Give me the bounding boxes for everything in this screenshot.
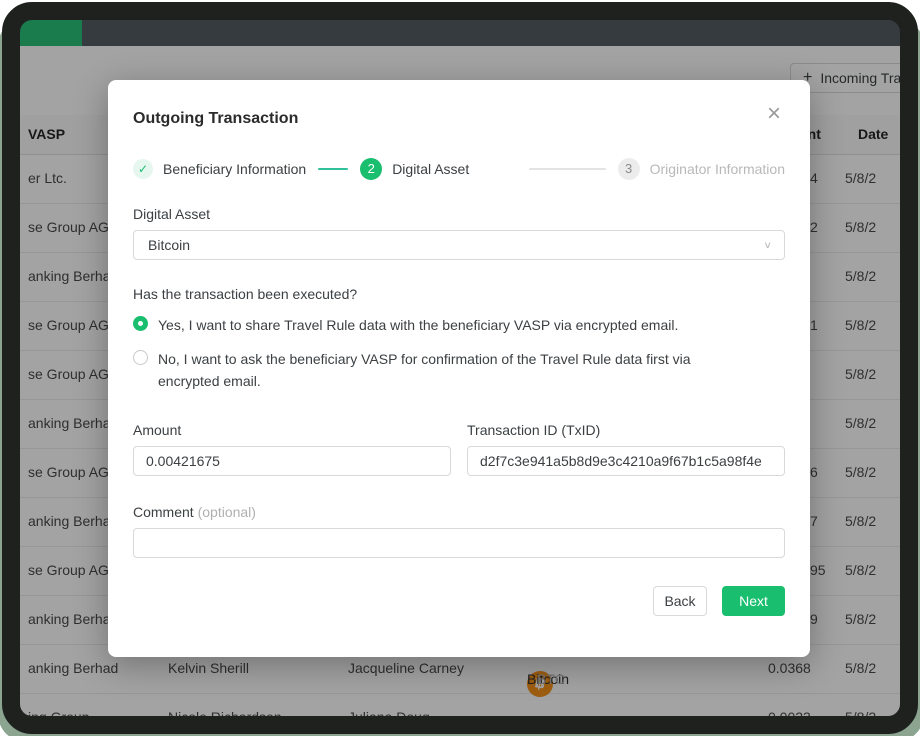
step-connector-done bbox=[318, 168, 348, 170]
comment-label-text: Comment bbox=[133, 504, 194, 520]
executed-question-label: Has the transaction been executed? bbox=[133, 286, 785, 302]
step-label: Digital Asset bbox=[392, 161, 469, 177]
step-originator-information[interactable]: 3 Originator Information bbox=[618, 158, 785, 180]
stepper: ✓ Beneficiary Information 2 Digital Asse… bbox=[133, 158, 785, 180]
radio-option-no[interactable]: No, I want to ask the beneficiary VASP f… bbox=[133, 348, 785, 392]
txid-label: Transaction ID (TxID) bbox=[467, 422, 785, 438]
digital-asset-selected-value: Bitcoin bbox=[148, 237, 190, 253]
radio-unselected-icon[interactable] bbox=[133, 350, 148, 365]
outgoing-transaction-modal: Outgoing Transaction × ✓ Beneficiary Inf… bbox=[108, 80, 810, 657]
radio-selected-icon[interactable] bbox=[133, 316, 148, 331]
radio-option-no-label: No, I want to ask the beneficiary VASP f… bbox=[158, 348, 743, 392]
step-beneficiary-information[interactable]: ✓ Beneficiary Information bbox=[133, 159, 306, 179]
app-screen: + Incoming Tra VASP Amount Date er Ltc.4… bbox=[20, 20, 900, 716]
modal-title: Outgoing Transaction bbox=[133, 102, 298, 128]
back-button[interactable]: Back bbox=[653, 586, 707, 616]
step-connector-todo bbox=[529, 168, 605, 170]
comment-optional-text: (optional) bbox=[198, 504, 256, 520]
chevron-down-icon: ∨ bbox=[763, 239, 772, 250]
radio-option-yes[interactable]: Yes, I want to share Travel Rule data wi… bbox=[133, 314, 785, 336]
next-button[interactable]: Next bbox=[722, 586, 785, 616]
step-label: Originator Information bbox=[650, 161, 785, 177]
browser-topbar bbox=[20, 20, 900, 46]
digital-asset-label: Digital Asset bbox=[133, 206, 785, 222]
digital-asset-select[interactable]: Bitcoin ∨ bbox=[133, 230, 785, 260]
comment-input[interactable] bbox=[133, 528, 785, 558]
check-icon: ✓ bbox=[133, 159, 153, 179]
radio-option-yes-label: Yes, I want to share Travel Rule data wi… bbox=[158, 314, 678, 336]
comment-label: Comment (optional) bbox=[133, 504, 785, 520]
step-number-badge: 2 bbox=[360, 158, 382, 180]
step-number-badge: 3 bbox=[618, 158, 640, 180]
screenshot-stage: + Incoming Tra VASP Amount Date er Ltc.4… bbox=[0, 0, 920, 736]
step-digital-asset[interactable]: 2 Digital Asset bbox=[360, 158, 469, 180]
amount-label: Amount bbox=[133, 422, 451, 438]
txid-input[interactable] bbox=[467, 446, 785, 476]
step-label: Beneficiary Information bbox=[163, 161, 306, 177]
amount-input[interactable] bbox=[133, 446, 451, 476]
close-icon[interactable]: × bbox=[763, 102, 785, 126]
browser-tab-green[interactable] bbox=[20, 20, 82, 46]
